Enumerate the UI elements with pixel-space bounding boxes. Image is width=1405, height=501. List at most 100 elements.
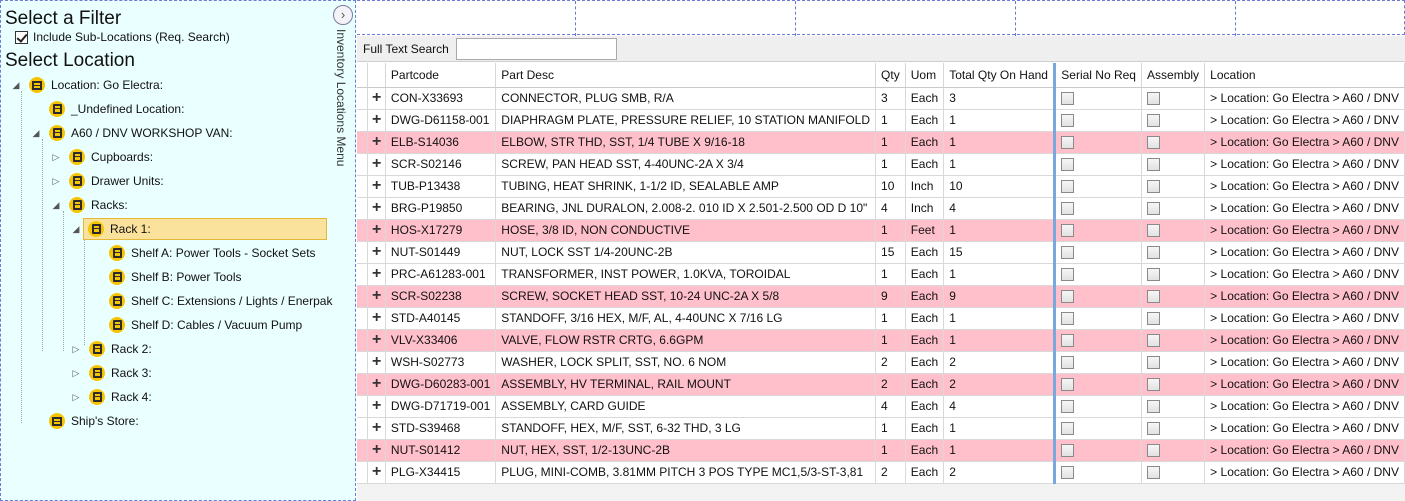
collapse-arrow-icon[interactable]: ◢ [69, 224, 83, 235]
collapse-arrow-icon[interactable]: ◢ [9, 80, 23, 91]
plus-icon[interactable]: + [369, 90, 385, 106]
total-qty-cell[interactable]: 9 [943, 285, 1057, 308]
row-header-cell[interactable] [357, 307, 369, 330]
qty-cell[interactable]: 1 [875, 109, 906, 132]
serial-no-req-checkbox[interactable] [1061, 312, 1075, 326]
partcode-cell[interactable]: WSH-S02773 [385, 351, 497, 374]
part-desc-cell[interactable]: SCREW, SOCKET HEAD SST, 10-24 UNC-2A X 5… [495, 285, 877, 308]
column-header-uom[interactable]: Uom [905, 63, 945, 88]
total-qty-cell[interactable]: 15 [943, 241, 1057, 264]
column-header-partcode[interactable]: Partcode [385, 63, 497, 88]
table-row[interactable]: + PRC-A61283-001 TRANSFORMER, INST POWER, … [357, 263, 1405, 286]
uom-cell[interactable]: Each [905, 351, 945, 374]
plus-icon[interactable]: + [369, 464, 385, 480]
location-cell[interactable]: > Location: Go Electra > A60 / DNV [1204, 263, 1405, 286]
total-qty-cell[interactable]: 4 [943, 395, 1057, 418]
uom-cell[interactable]: Each [905, 307, 945, 330]
tree-node-shelf-c[interactable]: Shelf C: Extensions / Lights / Enerpak [89, 289, 338, 313]
partcode-cell[interactable]: HOS-X17279 [385, 219, 497, 242]
uom-cell[interactable]: Each [905, 109, 945, 132]
part-desc-cell[interactable]: ASSEMBLY, HV TERMINAL, RAIL MOUNT [495, 373, 877, 396]
serial-no-req-checkbox[interactable] [1061, 202, 1075, 216]
row-header-cell[interactable] [357, 373, 369, 396]
row-expand-cell[interactable]: + [367, 263, 386, 286]
serial-no-req-checkbox[interactable] [1061, 400, 1075, 414]
serial-no-req-checkbox[interactable] [1061, 378, 1075, 392]
table-row[interactable]: + VLV-X33406 VALVE, FLOW RSTR CRTG, 6.6GPM… [357, 329, 1405, 352]
plus-icon[interactable]: + [369, 266, 385, 282]
location-cell[interactable]: > Location: Go Electra > A60 / DNV [1204, 197, 1405, 220]
assembly-checkbox[interactable] [1147, 356, 1161, 370]
location-cell[interactable]: > Location: Go Electra > A60 / DNV [1204, 131, 1405, 154]
location-cell[interactable]: > Location: Go Electra > A60 / DNV [1204, 373, 1405, 396]
part-desc-cell[interactable]: WASHER, LOCK SPLIT, SST, NO. 6 NOM [495, 351, 877, 374]
total-qty-cell[interactable]: 1 [943, 417, 1057, 440]
plus-icon[interactable]: + [369, 156, 385, 172]
row-expand-cell[interactable]: + [367, 417, 386, 440]
total-qty-cell[interactable]: 1 [943, 109, 1057, 132]
location-cell[interactable]: > Location: Go Electra > A60 / DNV [1204, 351, 1405, 374]
row-expand-cell[interactable]: + [367, 461, 386, 484]
include-sublocations-checkbox[interactable] [15, 30, 28, 44]
table-row[interactable]: + SCR-S02238 SCREW, SOCKET HEAD SST, 10-24… [357, 285, 1405, 308]
serial-no-req-checkbox[interactable] [1061, 246, 1075, 260]
location-cell[interactable]: > Location: Go Electra > A60 / DNV [1204, 329, 1405, 352]
row-header-cell[interactable] [357, 175, 369, 198]
row-header-cell[interactable] [357, 153, 369, 176]
partcode-cell[interactable]: DWG-D61158-001 [385, 109, 497, 132]
partcode-cell[interactable]: VLV-X33406 [385, 329, 497, 352]
location-cell[interactable]: > Location: Go Electra > A60 / DNV [1204, 175, 1405, 198]
qty-cell[interactable]: 3 [875, 87, 906, 110]
assembly-checkbox[interactable] [1147, 312, 1161, 326]
menu-toggle-chevron-icon[interactable]: › [333, 5, 353, 25]
qty-cell[interactable]: 2 [875, 351, 906, 374]
row-expand-cell[interactable]: + [367, 219, 386, 242]
tree-node-van[interactable]: ◢ A60 / DNV WORKSHOP VAN: [29, 121, 239, 145]
tree-node-racks[interactable]: ◢ Racks: [49, 193, 134, 217]
serial-no-req-checkbox[interactable] [1061, 92, 1075, 106]
assembly-checkbox[interactable] [1147, 400, 1161, 414]
plus-icon[interactable]: + [369, 310, 385, 326]
table-row[interactable]: + WSH-S02773 WASHER, LOCK SPLIT, SST, NO. … [357, 351, 1405, 374]
location-cell[interactable]: > Location: Go Electra > A60 / DNV [1204, 109, 1405, 132]
uom-cell[interactable]: Inch [905, 175, 945, 198]
table-row[interactable]: + DWG-D71719-001 ASSEMBLY, CARD GUIDE 4 Each… [357, 395, 1405, 418]
partcode-cell[interactable]: STD-A40145 [385, 307, 497, 330]
part-desc-cell[interactable]: CONNECTOR, PLUG SMB, R/A [495, 87, 877, 110]
plus-icon[interactable]: + [369, 398, 385, 414]
uom-cell[interactable]: Each [905, 263, 945, 286]
serial-no-req-checkbox[interactable] [1061, 158, 1075, 172]
plus-icon[interactable]: + [369, 288, 385, 304]
total-qty-cell[interactable]: 1 [943, 329, 1057, 352]
column-header-location[interactable]: Location [1204, 63, 1405, 88]
tree-node-drawer-units[interactable]: ▷ Drawer Units: [49, 169, 170, 193]
total-qty-cell[interactable]: 10 [943, 175, 1057, 198]
uom-cell[interactable]: Each [905, 395, 945, 418]
tree-node-shelf-b[interactable]: Shelf B: Power Tools [89, 265, 248, 289]
part-desc-cell[interactable]: HOSE, 3/8 ID, NON CONDUCTIVE [495, 219, 877, 242]
include-sublocations-option[interactable]: Include Sub-Locations (Req. Search) [15, 30, 230, 44]
part-desc-cell[interactable]: STANDOFF, HEX, M/F, SST, 6-32 THD, 3 LG [495, 417, 877, 440]
table-row[interactable]: + CON-X33693 CONNECTOR, PLUG SMB, R/A 3 Each… [357, 87, 1405, 110]
assembly-checkbox[interactable] [1147, 136, 1161, 150]
assembly-checkbox[interactable] [1147, 158, 1161, 172]
tree-node-undefined[interactable]: _Undefined Location: [29, 97, 190, 121]
tree-node-shelf-a[interactable]: Shelf A: Power Tools - Socket Sets [89, 241, 322, 265]
qty-cell[interactable]: 4 [875, 197, 906, 220]
uom-cell[interactable]: Each [905, 329, 945, 352]
part-desc-cell[interactable]: NUT, HEX, SST, 1/2-13UNC-2B [495, 439, 877, 462]
total-qty-cell[interactable]: 4 [943, 197, 1057, 220]
column-header-qty[interactable]: Qty [875, 63, 906, 88]
row-expand-cell[interactable]: + [367, 329, 386, 352]
expand-arrow-icon[interactable]: ▷ [49, 152, 63, 163]
assembly-checkbox[interactable] [1147, 202, 1161, 216]
row-header-cell[interactable] [357, 285, 369, 308]
part-desc-cell[interactable]: TRANSFORMER, INST POWER, 1.0KVA, TOROIDA… [495, 263, 877, 286]
qty-cell[interactable]: 1 [875, 329, 906, 352]
full-text-search-input[interactable] [456, 38, 617, 60]
location-cell[interactable]: > Location: Go Electra > A60 / DNV [1204, 219, 1405, 242]
column-header-part-desc[interactable]: Part Desc [495, 63, 877, 88]
assembly-checkbox[interactable] [1147, 224, 1161, 238]
qty-cell[interactable]: 2 [875, 373, 906, 396]
column-header-assembly[interactable]: Assembly [1141, 63, 1206, 88]
